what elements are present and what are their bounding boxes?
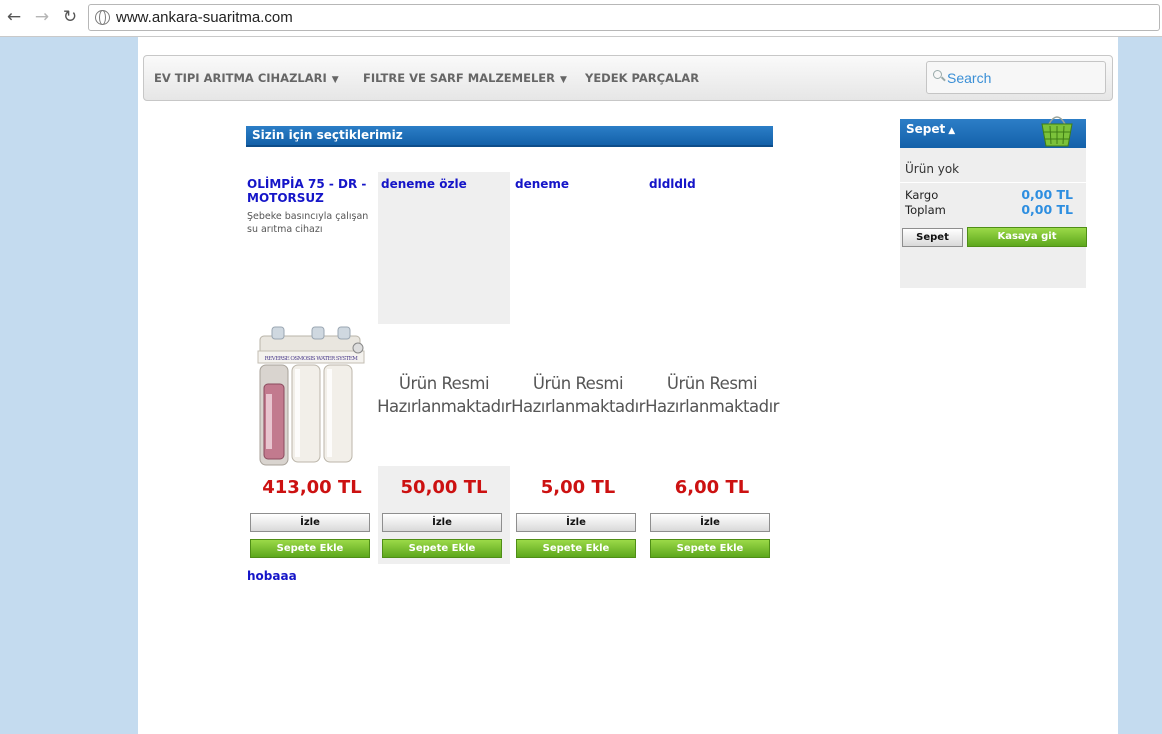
cart-shipping-row: Kargo 0,00 TL [905,187,1073,202]
product-card: deneme özle Ürün Resmi Hazırlanmaktadır … [377,172,511,564]
view-button[interactable]: İzle [250,513,370,532]
section-title: Sizin için seçtiklerimiz [246,126,773,147]
product-card: OLİMPİA 75 - DR - MOTORSUZ Şebeke basınc… [246,172,378,564]
water-filter-image: REVERSE OSMOSIS WATER SYSTEM [257,326,365,466]
product-description: Şebeke basıncıyla çalışan su arıtma ciha… [247,211,369,235]
menu-item-label: FILTRE VE SARF MALZEMELER [363,71,555,85]
product-card: deneme Ürün Resmi Hazırlanmaktadır 5,00 … [511,172,645,564]
product-card: dldldld Ürün Resmi Hazırlanmaktadır 6,00… [645,172,779,564]
caret-up-icon: ▲ [948,126,956,136]
page-content: EV TIPI ARITMA CIHAZLARI ▼ FILTRE VE SARF… [138,37,1118,734]
add-to-cart-button[interactable]: Sepete Ekle [516,539,636,558]
menu-item-label: EV TIPI ARITMA CIHAZLARI [154,71,327,85]
cart-panel: Sepet ▲ Ürün yok Kargo 0,00 TL Toplam 0,0… [900,116,1087,288]
product-name-link[interactable]: deneme özle [381,177,511,191]
checkout-button[interactable]: Kasaya git [967,227,1087,247]
shipping-value: 0,00 TL [1021,187,1073,202]
product-name-link[interactable]: OLİMPİA 75 - DR - MOTORSUZ [247,177,377,205]
total-value: 0,00 TL [1021,202,1073,217]
cart-title: Sepet [906,122,946,136]
product-image[interactable]: REVERSE OSMOSIS WATER SYSTEM [246,324,378,466]
product-image-placeholder[interactable]: Ürün Resmi Hazırlanmaktadır [511,324,645,466]
back-arrow-icon[interactable]: ← [3,6,25,28]
cart-divider [900,182,1086,183]
add-to-cart-button[interactable]: Sepete Ekle [382,539,502,558]
search-input[interactable] [947,69,1097,87]
product-name-link[interactable]: deneme [515,177,645,191]
forward-arrow-icon[interactable]: → [31,6,53,28]
shipping-label: Kargo [905,188,939,202]
total-label: Toplam [905,203,946,217]
caret-down-icon: ▼ [559,75,567,85]
view-button[interactable]: İzle [382,513,502,532]
cart-header[interactable]: Sepet ▲ [900,116,1086,148]
product-price: 6,00 TL [674,477,750,498]
product-name-link[interactable]: dldldld [649,177,779,191]
add-to-cart-button[interactable]: Sepete Ekle [650,539,770,558]
globe-icon [95,10,110,25]
reload-icon[interactable]: ↻ [59,6,81,28]
svg-text:REVERSE OSMOSIS WATER SYSTEM: REVERSE OSMOSIS WATER SYSTEM [265,356,359,362]
menu-item-label: YEDEK PARÇALAR [585,71,700,85]
product-name-link[interactable]: hobaaa [247,569,297,583]
cart-button[interactable]: Sepet [902,228,963,247]
menu-item-filtre[interactable]: FILTRE VE SARF MALZEMELER ▼ [363,71,567,85]
product-image-placeholder[interactable]: Ürün Resmi Hazırlanmaktadır [645,324,779,466]
search-icon [933,70,942,79]
view-button[interactable]: İzle [516,513,636,532]
cart-total-row: Toplam 0,00 TL [905,202,1073,217]
search-box [926,61,1106,94]
add-to-cart-button[interactable]: Sepete Ekle [250,539,370,558]
product-price: 50,00 TL [400,477,488,498]
cart-empty-text: Ürün yok [905,162,960,176]
main-menu: EV TIPI ARITMA CIHAZLARI ▼ FILTRE VE SARF… [143,55,1113,101]
view-button[interactable]: İzle [650,513,770,532]
address-bar[interactable]: www.ankara-suaritma.com [88,4,1160,31]
basket-icon [1041,116,1073,147]
browser-toolbar: ← → ↻ www.ankara-suaritma.com [0,0,1162,37]
product-price: 5,00 TL [540,477,616,498]
url-text[interactable]: www.ankara-suaritma.com [116,9,293,26]
product-price: 413,00 TL [262,477,362,498]
product-image-placeholder[interactable]: Ürün Resmi Hazırlanmaktadır [377,324,511,466]
menu-item-ev-tipi[interactable]: EV TIPI ARITMA CIHAZLARI ▼ [154,71,339,85]
menu-item-yedek-parcalar[interactable]: YEDEK PARÇALAR [585,71,699,85]
caret-down-icon: ▼ [331,75,339,85]
